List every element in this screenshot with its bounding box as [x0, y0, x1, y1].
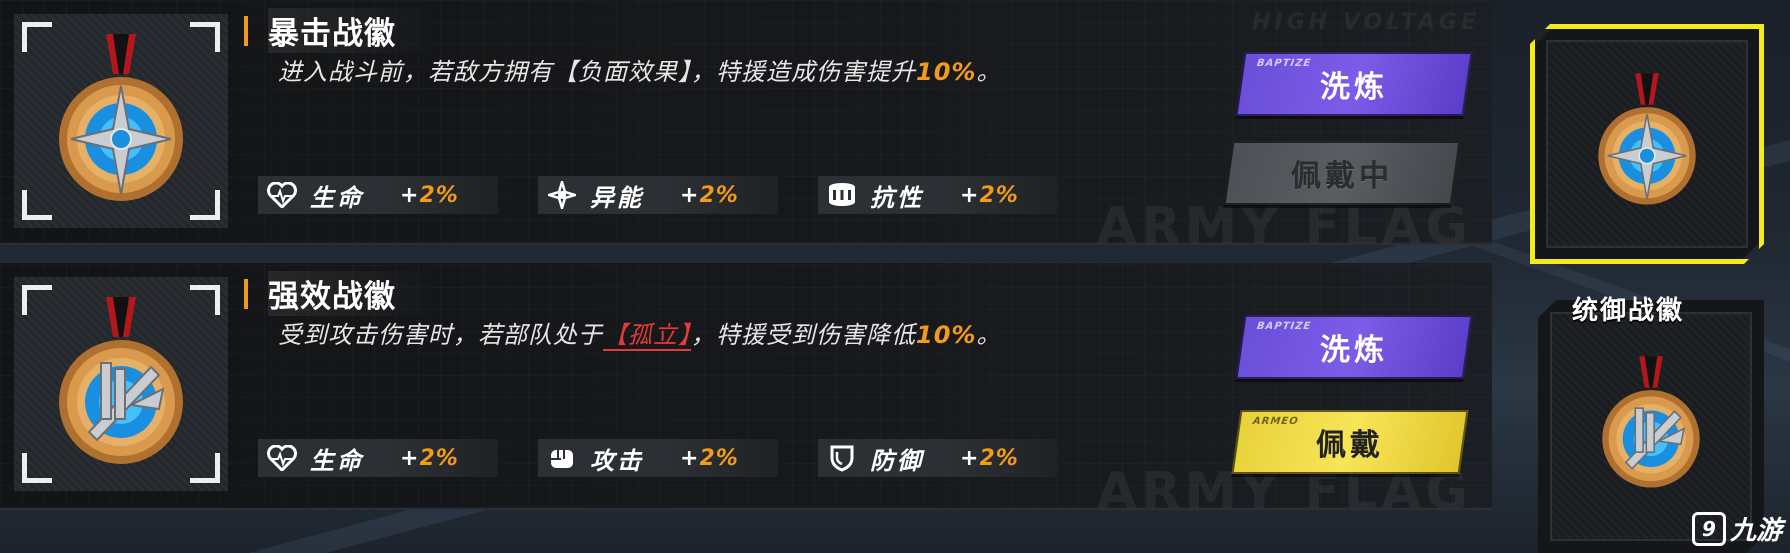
selection-highlight — [1530, 24, 1764, 264]
medal-title-row: 暴击战徽 — [244, 8, 436, 53]
heart-pulse-icon — [266, 179, 298, 211]
equip-button[interactable]: ARMEO 佩戴 — [1231, 410, 1469, 474]
effect-value: 10% — [916, 58, 977, 86]
status-tag-isolated[interactable]: 【孤立】 — [603, 321, 691, 351]
medal-description: 受到攻击伤害时，若部队处于【孤立】，特援受到伤害降低10%。 — [278, 321, 1002, 351]
equipped-button[interactable]: 佩戴中 — [1223, 141, 1461, 205]
critical-medal-icon — [59, 34, 183, 201]
potent-medal-icon — [1596, 352, 1706, 502]
resist-drum-icon — [826, 179, 858, 211]
heart-pulse-icon — [266, 442, 298, 474]
effect-value: 10% — [916, 321, 977, 349]
medal-title-row: 强效战徽 — [244, 271, 436, 316]
fist-icon — [546, 442, 578, 474]
jiuyou-logo-icon: 9 — [1691, 511, 1726, 546]
medal-title: 暴击战徽 — [268, 8, 436, 53]
stat-defense: 防御 +2% — [818, 439, 1058, 477]
medal-card-potent[interactable]: ARMY FLAG 强效战徽 受到攻击伤害时，若部队处于【孤立】，特援受到伤害降… — [0, 263, 1492, 510]
medal-title: 强效战徽 — [268, 271, 436, 316]
medal-card-critical[interactable]: HIGH VOLTAGE ARMY FLAG 暴击战徽 进入战斗前，若敌方拥有【… — [0, 0, 1492, 245]
bg-text-high-voltage: HIGH VOLTAGE — [1252, 10, 1480, 35]
stat-attack: 攻击 +2% — [538, 439, 778, 477]
energy-star-icon — [546, 179, 578, 211]
stat-hp: 生命 +2% — [258, 439, 498, 477]
medal-description: 进入战斗前，若敌方拥有【负面效果】，特援造成伤害提升10%。 — [278, 58, 1002, 86]
shield-icon — [826, 442, 858, 474]
potent-medal-icon — [59, 297, 183, 464]
watermark: 9 九游 — [1691, 510, 1782, 547]
refine-button[interactable]: BAPTIZE 洗炼 — [1235, 315, 1473, 379]
stat-list: 生命 +2% 攻击 +2% 防御 +2% — [258, 439, 1058, 477]
stat-hp: 生命 +2% — [258, 176, 498, 214]
refine-button[interactable]: BAPTIZE 洗炼 — [1235, 52, 1473, 116]
medal-frame — [14, 14, 228, 228]
medal-frame — [14, 277, 228, 491]
stat-resistance: 抗性 +2% — [818, 176, 1058, 214]
slot-title: 统御战徽 — [1572, 296, 1685, 326]
stat-list: 生命 +2% 异能 +2% 抗性 +2% — [258, 176, 1058, 214]
stat-energy: 异能 +2% — [538, 176, 778, 214]
